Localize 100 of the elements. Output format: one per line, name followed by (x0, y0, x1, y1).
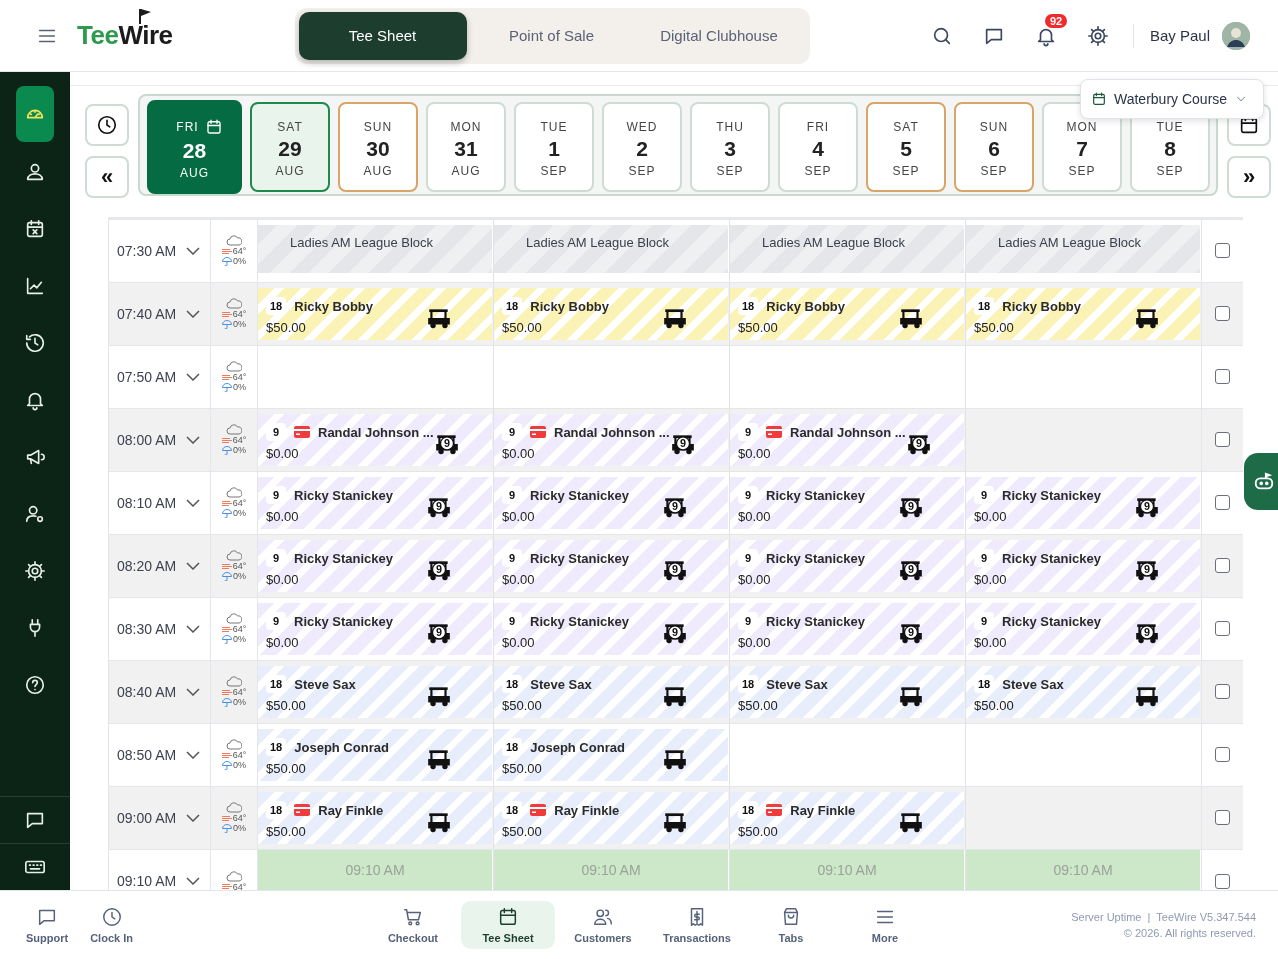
holes-badge: 18 (502, 675, 523, 694)
temperature: 64° (232, 813, 247, 824)
price: $50.00 (974, 319, 1015, 337)
price: $0.00 (502, 508, 536, 526)
temperature: 64° (232, 687, 247, 698)
precipitation: 0% (233, 823, 246, 834)
player-name: Steve Sax (1002, 676, 1064, 692)
copyright-text: © 2026. All rights reserved. (1122, 926, 1256, 941)
player-name: Steve Sax (766, 676, 828, 692)
separator: | (1147, 910, 1151, 925)
player-name: Ricky Stanickey (1002, 487, 1101, 503)
price: $50.00 (738, 823, 779, 841)
player-name: Ricky Stanickey (294, 550, 393, 566)
holes-badge: 18 (738, 801, 759, 820)
logo-text: Wire (118, 20, 173, 51)
player-name: Ricky Bobby (766, 298, 845, 314)
player-name: Ricky Bobby (294, 298, 373, 314)
player-name: Ricky Bobby (530, 298, 609, 314)
player-name: Ricky Stanickey (530, 613, 629, 629)
price: $0.00 (974, 634, 1008, 652)
temperature: 64° (232, 881, 247, 890)
player-name: Ricky Stanickey (766, 613, 865, 629)
holes-badge: 18 (266, 297, 287, 316)
holes-badge: 9 (738, 423, 758, 442)
price: $50.00 (266, 823, 307, 841)
precipitation: 0% (233, 571, 246, 582)
precipitation: 0% (233, 256, 246, 267)
player-name: Ricky Bobby (1002, 298, 1081, 314)
holes-badge: 18 (502, 297, 523, 316)
price: $50.00 (266, 697, 307, 715)
logo-text: Tee (77, 20, 119, 51)
holes-badge: 9 (266, 423, 286, 442)
temperature: 64° (232, 561, 247, 572)
holes-badge: 9 (266, 549, 286, 568)
holes-badge: 18 (266, 675, 287, 694)
notification-badge: 92 (1044, 13, 1068, 28)
player-name: Ray Finkle (318, 802, 384, 818)
player-name: Ricky Stanickey (1002, 613, 1101, 629)
precipitation: 0% (233, 319, 246, 330)
holes-badge: 18 (738, 297, 759, 316)
player-name: Joseph Conrad (294, 739, 389, 755)
price: $50.00 (974, 697, 1015, 715)
temperature: 64° (232, 624, 247, 635)
temperature: 64° (232, 750, 247, 761)
price: $50.00 (738, 319, 779, 337)
price: $50.00 (738, 697, 779, 715)
price: $0.00 (266, 508, 300, 526)
holes-badge: 18 (266, 801, 287, 820)
holes-badge: 9 (502, 486, 522, 505)
price: $0.00 (738, 634, 772, 652)
holes-badge: 18 (738, 675, 759, 694)
holes-badge: 9 (502, 549, 522, 568)
player-name: Ray Finkle (790, 802, 856, 818)
player-name: Steve Sax (294, 676, 356, 692)
player-name: Ricky Stanickey (530, 487, 629, 503)
precipitation: 0% (233, 760, 246, 771)
price: $0.00 (266, 634, 300, 652)
precipitation: 0% (233, 634, 246, 645)
price: $0.00 (974, 508, 1008, 526)
player-name: Steve Sax (530, 676, 592, 692)
holes-badge: 18 (974, 675, 995, 694)
player-name: Randal Johnson ... (790, 424, 906, 440)
holes-badge: 18 (974, 297, 995, 316)
price: $0.00 (502, 445, 536, 463)
price: $0.00 (974, 571, 1008, 589)
temperature: 64° (232, 309, 247, 320)
temperature: 64° (232, 246, 247, 257)
player-name: Joseph Conrad (530, 739, 625, 755)
price: $0.00 (266, 571, 300, 589)
precipitation: 0% (233, 382, 246, 393)
player-name: Randal Johnson ... (318, 424, 434, 440)
holes-badge: 9 (502, 423, 522, 442)
price: $50.00 (502, 319, 543, 337)
price: $50.00 (502, 760, 543, 778)
holes-badge: 9 (974, 549, 994, 568)
price: $0.00 (266, 445, 300, 463)
player-name: Ricky Stanickey (766, 550, 865, 566)
player-name: Ricky Stanickey (1002, 550, 1101, 566)
price: $0.00 (502, 571, 536, 589)
temperature: 64° (232, 372, 247, 383)
precipitation: 0% (233, 508, 246, 519)
holes-badge: 9 (738, 612, 758, 631)
version-text: TeeWire V5.347.544 (1156, 910, 1256, 925)
temperature: 64° (232, 498, 247, 509)
player-name: Ricky Stanickey (530, 550, 629, 566)
holes-badge: 18 (502, 738, 523, 757)
holes-badge: 9 (974, 612, 994, 631)
precipitation: 0% (233, 445, 246, 456)
price: $0.00 (738, 508, 772, 526)
holes-badge: 9 (266, 612, 286, 631)
price: $50.00 (266, 760, 307, 778)
player-name: Ricky Stanickey (294, 487, 393, 503)
precipitation: 0% (233, 697, 246, 708)
user-name: Bay Paul (1149, 27, 1210, 44)
player-name: Ray Finkle (554, 802, 620, 818)
price: $50.00 (266, 319, 307, 337)
holes-badge: 9 (974, 486, 994, 505)
holes-badge: 9 (738, 486, 758, 505)
player-name: Randal Johnson ... (554, 424, 670, 440)
holes-badge: 18 (502, 801, 523, 820)
